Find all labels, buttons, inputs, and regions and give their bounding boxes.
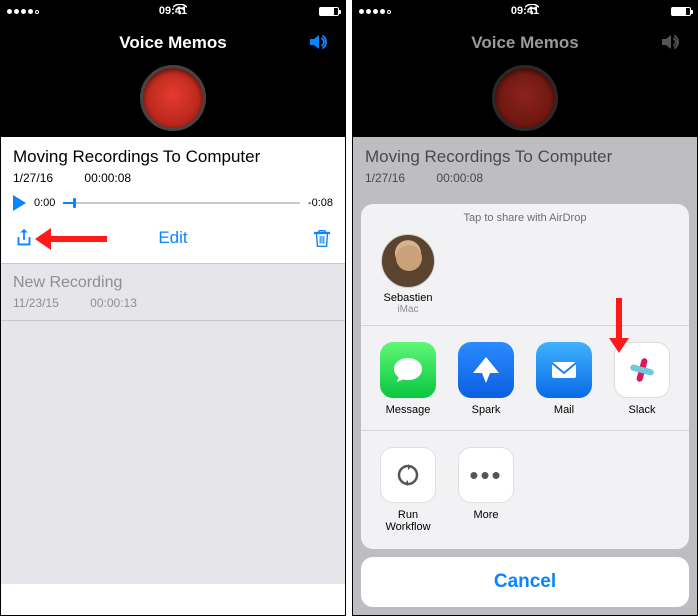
battery-icon bbox=[671, 7, 691, 16]
share-app-slack[interactable]: Slack bbox=[603, 342, 681, 416]
scrubber[interactable] bbox=[63, 202, 300, 204]
airdrop-contact-device: iMac bbox=[373, 304, 443, 315]
mail-icon bbox=[536, 342, 592, 398]
workflow-icon bbox=[380, 447, 436, 503]
remaining-time: -0:08 bbox=[308, 197, 333, 209]
airdrop-contact-name: Sebastien bbox=[373, 292, 443, 304]
list-item[interactable]: New Recording 11/23/15 00:00:13 bbox=[1, 264, 345, 321]
annotation-arrow-down bbox=[609, 298, 629, 353]
list-item-date: 11/23/15 bbox=[13, 296, 59, 310]
speaker-icon bbox=[661, 33, 683, 56]
share-app-spark[interactable]: Spark bbox=[447, 342, 525, 416]
share-app-mail[interactable]: Mail bbox=[525, 342, 603, 416]
app-header: Voice Memos bbox=[1, 21, 345, 137]
share-apps-row: Message Spark Mail Slack bbox=[361, 326, 689, 431]
action-more[interactable]: ••• More bbox=[447, 447, 525, 533]
share-actions-row: Run Workflow ••• More bbox=[361, 431, 689, 549]
share-app-message[interactable]: Message bbox=[369, 342, 447, 416]
recording-meta: 1/27/16 00:00:08 bbox=[365, 171, 685, 185]
list-item-title: New Recording bbox=[13, 274, 333, 292]
phone-right: 09:41 Voice Memos Moving Recordings To C… bbox=[352, 0, 698, 616]
recording-date: 1/27/16 bbox=[13, 171, 53, 185]
trash-icon[interactable] bbox=[311, 227, 333, 249]
share-sheet: Tap to share with AirDrop Sebastien iMac… bbox=[361, 204, 689, 607]
header-title: Voice Memos bbox=[1, 21, 345, 53]
avatar bbox=[381, 234, 435, 288]
recording-duration: 00:00:08 bbox=[84, 171, 131, 185]
spark-icon bbox=[458, 342, 514, 398]
play-button[interactable] bbox=[13, 195, 26, 211]
battery-icon bbox=[319, 7, 339, 16]
phone-left: 09:41 Voice Memos Moving Recordings To C… bbox=[0, 0, 346, 616]
recording-title: Moving Recordings To Computer bbox=[365, 147, 685, 167]
player: 0:00 -0:08 bbox=[1, 189, 345, 215]
app-header: Voice Memos bbox=[353, 21, 697, 137]
elapsed-time: 0:00 bbox=[34, 197, 55, 209]
action-run-workflow[interactable]: Run Workflow bbox=[369, 447, 447, 533]
status-time: 09:41 bbox=[353, 5, 697, 17]
recording-title: Moving Recordings To Computer bbox=[13, 147, 333, 167]
record-button[interactable] bbox=[140, 65, 206, 131]
selected-recording: Moving Recordings To Computer 1/27/16 00… bbox=[1, 137, 345, 264]
status-bar: 09:41 bbox=[1, 1, 345, 21]
list-item-duration: 00:00:13 bbox=[90, 296, 137, 310]
speaker-icon[interactable] bbox=[309, 33, 331, 56]
status-time: 09:41 bbox=[1, 5, 345, 17]
share-icon[interactable] bbox=[13, 227, 35, 249]
edit-button[interactable]: Edit bbox=[158, 228, 187, 248]
header-title: Voice Memos bbox=[353, 21, 697, 53]
airdrop-hint: Tap to share with AirDrop bbox=[361, 204, 689, 230]
cancel-button[interactable]: Cancel bbox=[361, 557, 689, 607]
recordings-list: New Recording 11/23/15 00:00:13 bbox=[1, 264, 345, 584]
more-icon: ••• bbox=[458, 447, 514, 503]
status-bar: 09:41 bbox=[353, 1, 697, 21]
record-button bbox=[492, 65, 558, 131]
airdrop-contact[interactable]: Sebastien iMac bbox=[373, 234, 443, 315]
recording-meta: 1/27/16 00:00:08 bbox=[13, 171, 333, 185]
annotation-arrow-left bbox=[35, 228, 107, 250]
message-icon bbox=[380, 342, 436, 398]
